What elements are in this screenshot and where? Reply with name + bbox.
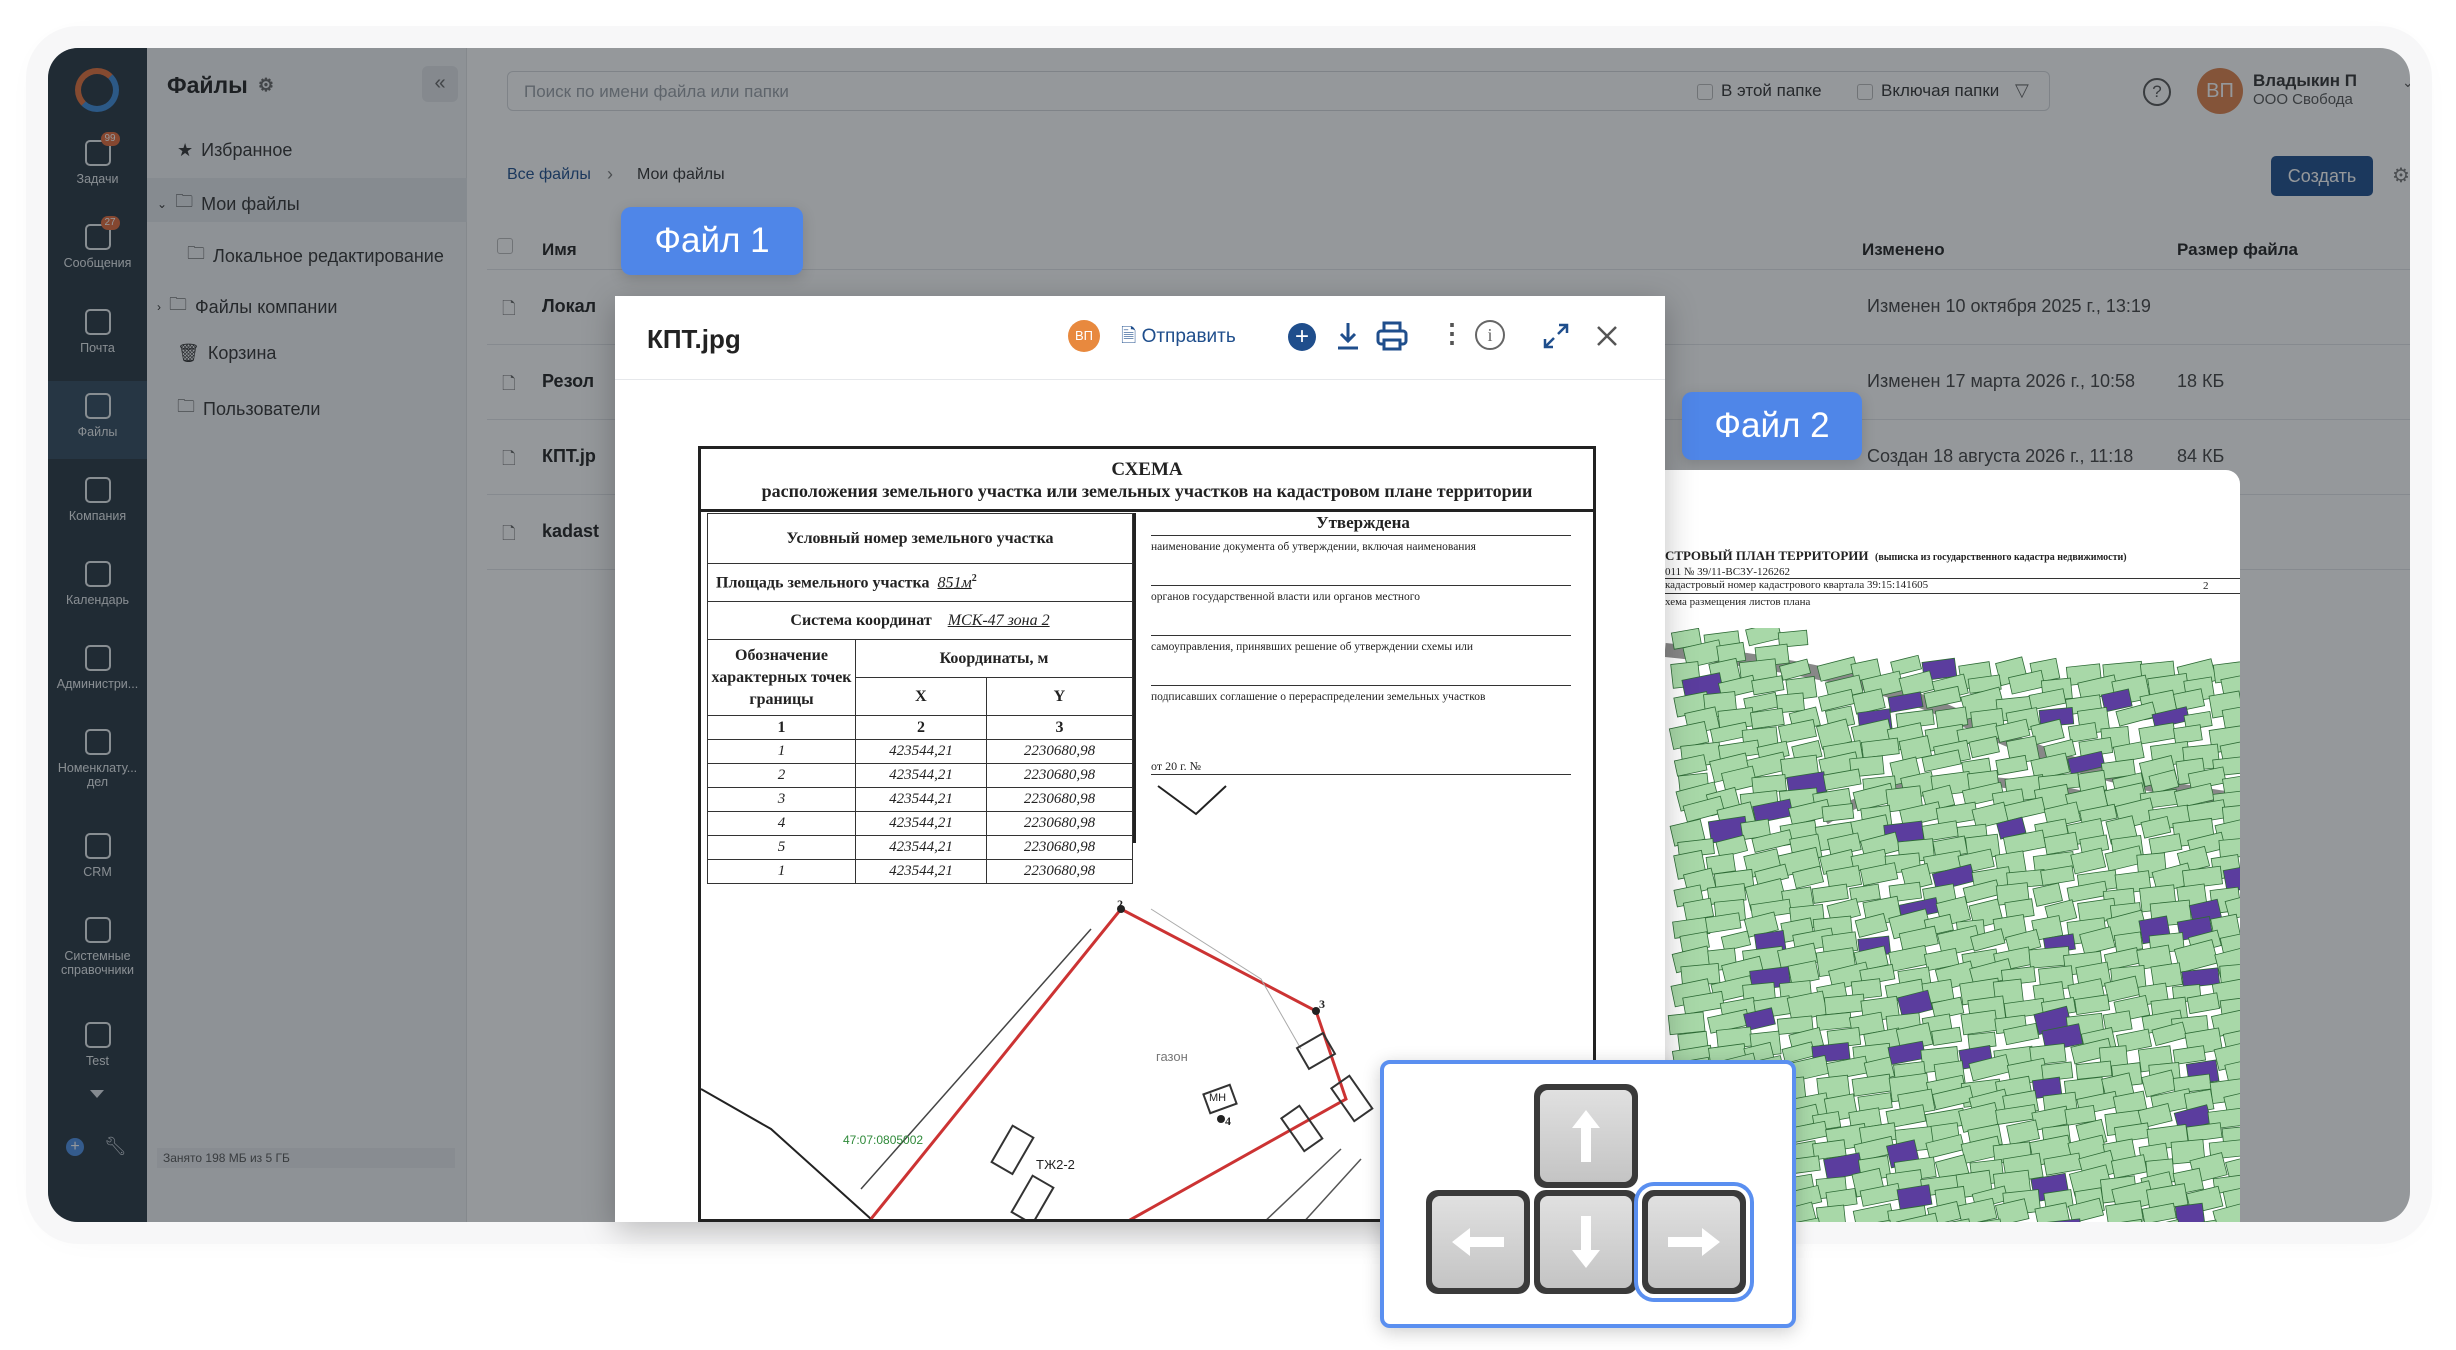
coordinates-table: Условный номер земельного участка Площад… (707, 513, 1134, 884)
viewer-filename: КПТ.jpg (647, 324, 741, 354)
map-title: СТРОВЫЙ ПЛАН ТЕРРИТОРИИ (1665, 548, 1869, 563)
coord-row: 5 423544,21 2230680,98 (707, 835, 1134, 860)
doc-title: СХЕМА (1111, 459, 1183, 480)
plan-point-2: 2 (1117, 897, 1123, 911)
approval-line: самоуправления, принявших решение об утв… (1151, 635, 1571, 654)
coord-row: 4 423544,21 2230680,98 (707, 811, 1134, 836)
approval-line: подписавших соглашение о перераспределен… (1151, 685, 1571, 704)
approval-line: наименование документа об утверждении, в… (1151, 535, 1571, 554)
viewer-header: КПТ.jpg ВП 🗎 Отправить + ⋮ i (615, 296, 1665, 380)
map-number: 011 № 39/11-ВС3У-126262 (1665, 566, 1791, 578)
send-button[interactable]: 🗎 Отправить (1121, 322, 1236, 354)
viewer-avatar[interactable]: ВП (1068, 320, 1100, 352)
plan-mh-label: МН (1209, 1092, 1227, 1104)
coord-row: 2 423544,21 2230680,98 (707, 763, 1134, 788)
map-quarter: кадастровый номер кадастрового квартала … (1665, 579, 1929, 591)
coord-system-value: МСК-47 зона 2 (947, 611, 1050, 629)
expand-icon[interactable] (1542, 322, 1570, 350)
doc-subtitle: расположения земельного участка или земе… (761, 481, 1533, 501)
keyboard-arrows-hint (1380, 1060, 1796, 1328)
area-value: 851м (937, 574, 972, 592)
more-options-icon[interactable]: ⋮ (1439, 318, 1465, 349)
arrow-right-key[interactable] (1642, 1190, 1746, 1294)
coord-row: 3 423544,21 2230680,98 (707, 787, 1134, 812)
info-icon[interactable]: i (1475, 320, 1505, 350)
plan-zone-label: ТЖ2-2 (1036, 1157, 1075, 1172)
arrow-left-key[interactable] (1426, 1190, 1530, 1294)
arrow-up-key[interactable] (1534, 1084, 1638, 1188)
coord-row: 1 423544,21 2230680,98 (707, 739, 1134, 764)
arrow-left-icon (1452, 1228, 1504, 1256)
download-icon[interactable] (1335, 320, 1361, 352)
date-line: от 20 г. № (1151, 759, 1571, 775)
approval-line: органов государственной власти или орган… (1151, 585, 1571, 604)
map-subtitle: (выписка из государственного кадастра не… (1875, 552, 2127, 563)
callout-file2: Файл 2 (1682, 392, 1862, 460)
arrow-down-icon (1572, 1216, 1600, 1268)
coord-row: 1 423544,21 2230680,98 (707, 859, 1134, 884)
arrow-right-icon (1668, 1228, 1720, 1256)
document-icon: 🗎 (1121, 326, 1137, 347)
plan-parcel-label: 47:07:0805002 (843, 1133, 924, 1147)
approved-label: Утверждена (1316, 513, 1410, 532)
map-sheet: 2 (2203, 580, 2209, 592)
arrow-down-key[interactable] (1534, 1190, 1638, 1294)
add-icon[interactable]: + (1288, 323, 1316, 351)
close-icon[interactable] (1595, 324, 1619, 348)
plan-point-4: 4 (1225, 1114, 1231, 1128)
map-caption: хема размещения листов плана (1665, 596, 1811, 608)
print-icon[interactable] (1375, 321, 1409, 351)
callout-file1: Файл 1 (621, 207, 803, 275)
arrow-up-icon (1572, 1110, 1600, 1162)
plan-lawn-label: газон (1156, 1049, 1188, 1064)
plan-point-3: 3 (1319, 997, 1325, 1011)
